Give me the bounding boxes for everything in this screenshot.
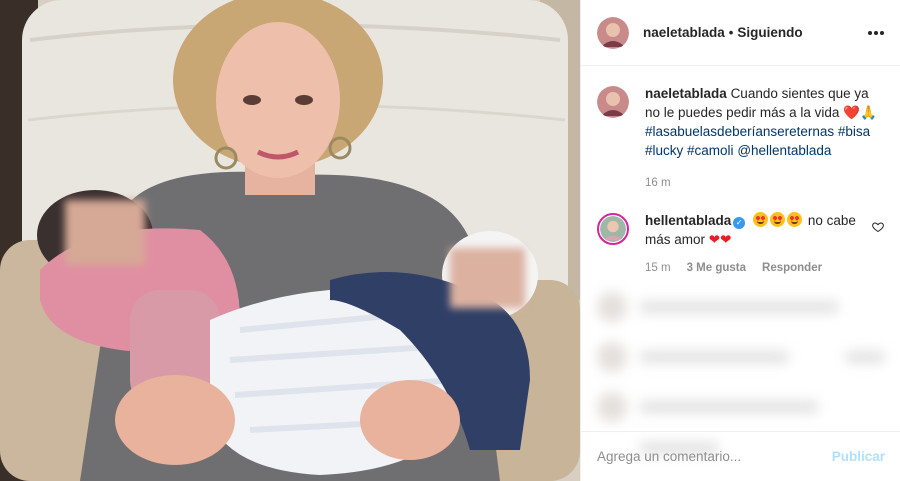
post-side-panel: naeletablada • Siguiendo naeletablada Cu… [580,0,900,481]
post-photo[interactable] [0,0,580,481]
reply-text: hellentablada ✓ no cabe más amor ❤❤ [645,211,862,249]
heart-eyes-emoji-icon [787,212,803,227]
post-viewer: naeletablada • Siguiendo naeletablada Cu… [0,0,900,481]
following-button[interactable]: Siguiendo [737,25,802,40]
post-header: naeletablada • Siguiendo [581,0,900,66]
heart-eyes-emoji-icon [753,212,769,227]
like-heart-icon[interactable] [872,221,884,233]
reply-username[interactable]: hellentablada [645,213,731,228]
photo-illustration [0,0,580,481]
more-options-icon[interactable] [862,25,884,41]
caption-emojis: ❤️🙏 [843,105,877,120]
caption-text: naeletablada Cuando sientes que ya no le… [645,84,884,160]
separator-dot: • [728,25,734,40]
reply-hearts: ❤❤ [708,232,732,247]
blurred-comments [581,282,900,454]
verified-badge-icon: ✓ [733,217,746,229]
reply-button[interactable]: Responder [762,259,822,278]
author-avatar[interactable] [597,86,629,118]
publish-button[interactable]: Publicar [832,449,885,464]
hashtag-link[interactable]: #bisa [838,124,870,139]
comments-list: naeletablada Cuando sientes que ya no le… [581,66,900,278]
author-username[interactable]: naeletablada [643,25,725,40]
comment-input[interactable] [597,449,832,464]
reply-comment: hellentablada ✓ no cabe más amor ❤❤ 15 m … [597,211,884,278]
mention-link[interactable]: @hellentablada [737,143,831,158]
hashtag-link[interactable]: #lasabuelasdeberíansereternas [645,124,834,139]
hashtag-link[interactable]: #camoli [687,143,734,158]
heart-eyes-emoji-icon [770,212,786,227]
add-comment-bar: Publicar [581,431,900,481]
caption-username[interactable]: naeletablada [645,86,727,101]
reply-timestamp[interactable]: 15 m [645,259,671,278]
author-avatar[interactable] [597,16,629,49]
reply-likes-count[interactable]: 3 Me gusta [687,259,746,278]
commenter-avatar[interactable] [597,213,629,245]
hashtag-link[interactable]: #lucky [645,143,683,158]
caption-comment: naeletablada Cuando sientes que ya no le… [597,84,884,193]
caption-timestamp[interactable]: 16 m [645,174,671,193]
